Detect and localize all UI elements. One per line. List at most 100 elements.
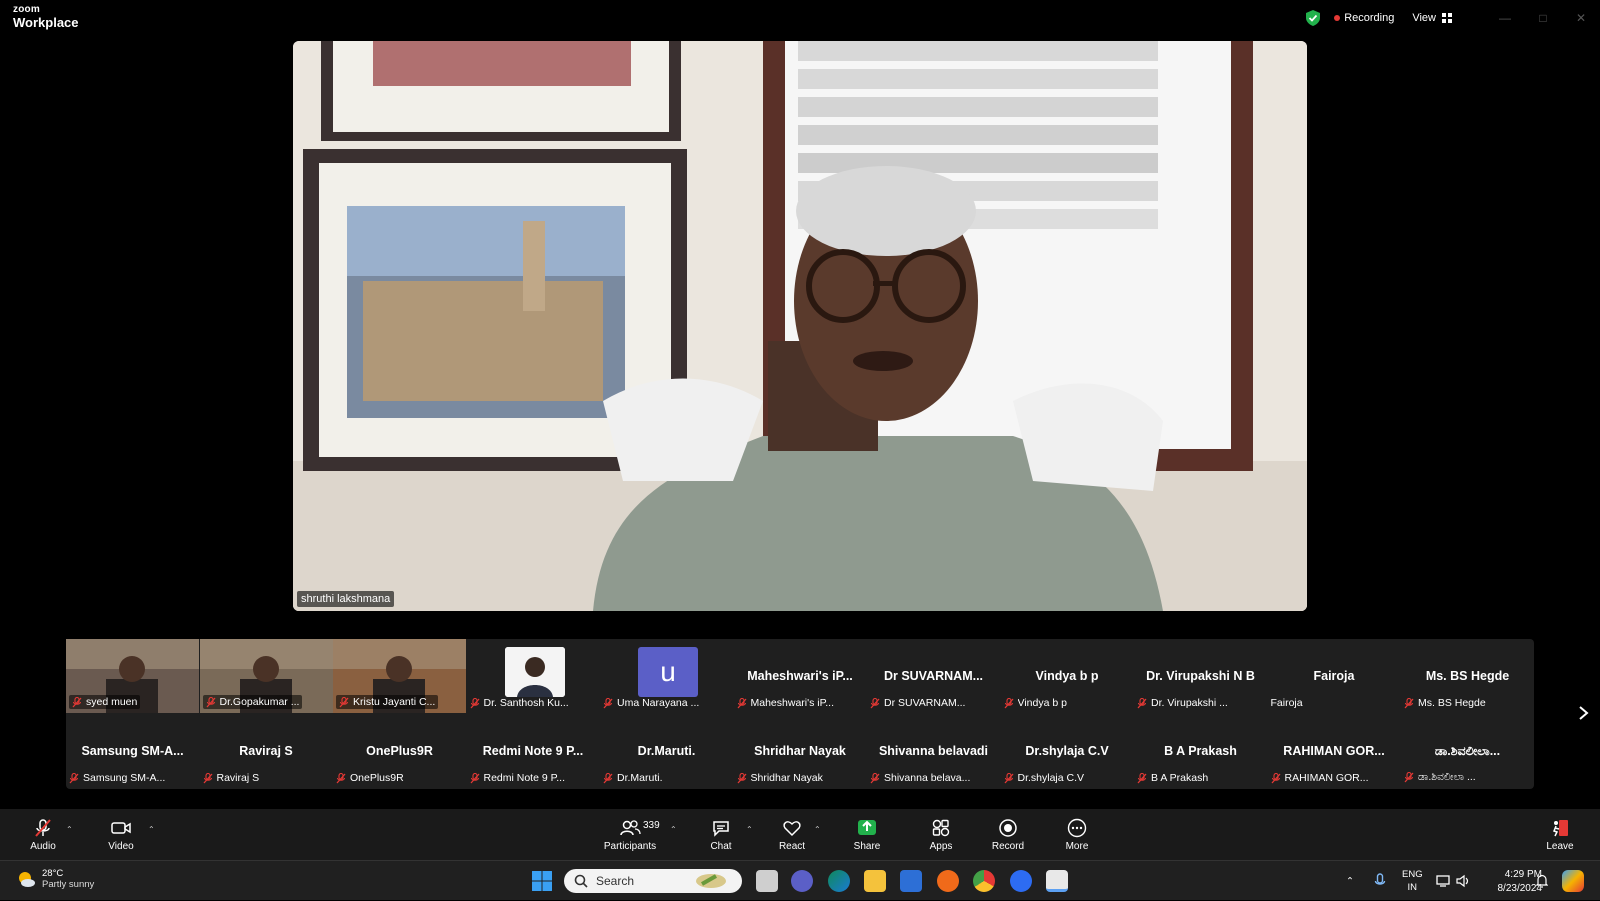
more-button[interactable]: More bbox=[1062, 809, 1092, 860]
chat-options-caret-icon[interactable]: ⌃ bbox=[746, 825, 753, 834]
teams-chat-icon[interactable] bbox=[791, 870, 813, 892]
audio-button[interactable]: Audio bbox=[26, 809, 60, 860]
participant-name-display: ಡಾ.ಶಿವಲೀಲಾ... bbox=[1434, 744, 1501, 758]
volume-icon[interactable] bbox=[1456, 874, 1470, 888]
participant-tile[interactable]: Maheshwari's iP... Maheshwari's iP... bbox=[734, 639, 867, 713]
chat-button[interactable]: Chat bbox=[706, 809, 736, 860]
participant-tile[interactable]: Shivanna belavadi Shivanna belava... bbox=[867, 714, 1000, 788]
participant-tile[interactable]: u Uma Narayana ... bbox=[600, 639, 733, 713]
brand-bottom: Workplace bbox=[13, 15, 79, 30]
participant-label: Dr.Gopakumar ... bbox=[202, 695, 303, 709]
participant-tile[interactable]: Fairoja Fairoja bbox=[1268, 639, 1401, 713]
apps-label: Apps bbox=[929, 840, 953, 852]
participant-label: Dr.Maruti. bbox=[603, 772, 663, 784]
network-icon[interactable] bbox=[1436, 874, 1450, 888]
notification-bell-icon[interactable] bbox=[1536, 874, 1548, 888]
participant-tile[interactable]: Kristu Jayanti C... bbox=[333, 639, 466, 713]
mic-muted-icon bbox=[1004, 697, 1013, 708]
participants-button[interactable]: Participants bbox=[602, 809, 658, 860]
more-label: More bbox=[1065, 840, 1089, 852]
tray-mic-icon[interactable] bbox=[1374, 873, 1386, 889]
mic-muted-icon bbox=[1271, 772, 1280, 783]
windows-taskbar: 28°C Partly sunny Search ⌃ ENG IN 4:29 P… bbox=[0, 860, 1600, 900]
tray-chevron-up-icon[interactable]: ⌃ bbox=[1346, 861, 1354, 901]
video-button[interactable]: Video bbox=[104, 809, 138, 860]
participant-label: Samsung SM-A... bbox=[69, 772, 165, 784]
participant-tile[interactable]: Dr.Gopakumar ... bbox=[199, 639, 333, 713]
react-options-caret-icon[interactable]: ⌃ bbox=[814, 825, 821, 834]
main-video[interactable]: shruthi lakshmana bbox=[293, 41, 1307, 611]
participant-label: Shridhar Nayak bbox=[737, 772, 823, 784]
participant-tile[interactable]: Samsung SM-A... Samsung SM-A... bbox=[66, 714, 199, 788]
brand-top: zoom bbox=[13, 4, 40, 15]
audio-options-caret-icon[interactable]: ⌃ bbox=[66, 825, 73, 834]
participant-tile[interactable]: B A Prakash B A Prakash bbox=[1134, 714, 1267, 788]
share-button[interactable]: Share bbox=[852, 809, 882, 860]
apps-button[interactable]: Apps bbox=[926, 809, 956, 860]
mic-muted-icon bbox=[470, 697, 479, 708]
participant-tile[interactable]: Dr.shylaja C.V Dr.shylaja C.V bbox=[1001, 714, 1134, 788]
participant-tile[interactable]: Ms. BS Hegde Ms. BS Hegde bbox=[1401, 639, 1534, 713]
record-label: Record bbox=[991, 840, 1025, 852]
task-view-icon[interactable] bbox=[756, 870, 778, 892]
participant-tile[interactable]: OnePlus9R OnePlus9R bbox=[333, 714, 466, 788]
audio-label: Audio bbox=[30, 840, 56, 852]
participant-tile[interactable]: Dr.Maruti. Dr.Maruti. bbox=[600, 714, 733, 788]
windows-start-icon[interactable] bbox=[531, 870, 553, 892]
microsoft-store-icon[interactable] bbox=[900, 870, 922, 892]
copilot-icon[interactable] bbox=[1562, 870, 1584, 892]
close-icon[interactable]: ✕ bbox=[1562, 0, 1600, 36]
participant-label: RAHIMAN GOR... bbox=[1271, 772, 1369, 784]
participant-photo bbox=[504, 647, 565, 697]
minimize-icon[interactable]: — bbox=[1486, 0, 1524, 36]
participant-label-text: OnePlus9R bbox=[350, 772, 404, 784]
snipping-tool-icon[interactable] bbox=[1046, 870, 1068, 892]
maximize-icon[interactable]: □ bbox=[1524, 0, 1562, 36]
mic-muted-icon bbox=[737, 772, 746, 783]
file-explorer-icon[interactable] bbox=[864, 870, 886, 892]
apps-icon bbox=[932, 819, 950, 836]
participant-tile[interactable]: Dr. Virupakshi N B Dr. Virupakshi ... bbox=[1134, 639, 1267, 713]
record-button[interactable]: Record bbox=[991, 809, 1025, 860]
participant-tile[interactable]: RAHIMAN GOR... RAHIMAN GOR... bbox=[1268, 714, 1401, 788]
language-indicator[interactable]: ENG IN bbox=[1402, 868, 1423, 894]
edge-browser-icon[interactable] bbox=[828, 870, 850, 892]
chrome-icon[interactable] bbox=[973, 870, 995, 892]
zoom-app-icon[interactable] bbox=[1010, 870, 1032, 892]
participant-name-display: Shivanna belavadi bbox=[878, 744, 989, 758]
participant-tile[interactable]: Dr SUVARNAM... Dr SUVARNAM... bbox=[867, 639, 1000, 713]
security-shield-icon[interactable] bbox=[1306, 10, 1321, 26]
participant-label-text: Maheshwari's iP... bbox=[750, 697, 835, 709]
taskbar-search[interactable]: Search bbox=[564, 869, 742, 893]
video-options-caret-icon[interactable]: ⌃ bbox=[148, 825, 155, 834]
search-highlight-icon bbox=[696, 874, 726, 888]
react-button[interactable]: React bbox=[776, 809, 808, 860]
participant-tile[interactable]: ಡಾ.ಶಿವಲೀಲಾ... ಡಾ.ಶಿವಲೀಲಾ ... bbox=[1401, 714, 1534, 788]
speaker-name-tag: shruthi lakshmana bbox=[297, 591, 395, 607]
firefox-icon[interactable] bbox=[937, 870, 959, 892]
participant-avatar: u bbox=[638, 647, 698, 697]
participant-label: Dr.shylaja C.V bbox=[1004, 772, 1084, 784]
chevron-right-icon[interactable] bbox=[1574, 704, 1592, 722]
leave-door-icon bbox=[1553, 819, 1568, 836]
participant-tile[interactable]: syed muen bbox=[66, 639, 199, 713]
participant-tile[interactable]: Vindya b p Vindya b p bbox=[1001, 639, 1134, 713]
mic-muted-icon bbox=[339, 696, 349, 707]
view-button[interactable]: View bbox=[1412, 12, 1452, 24]
share-label: Share bbox=[853, 840, 881, 852]
participant-name-display: Ms. BS Hegde bbox=[1425, 669, 1510, 683]
participant-tile[interactable]: Redmi Note 9 P... Redmi Note 9 P... bbox=[467, 714, 600, 788]
participant-tile[interactable]: Dr. Santhosh Ku... bbox=[467, 639, 600, 713]
participant-tile[interactable]: Shridhar Nayak Shridhar Nayak bbox=[734, 714, 867, 788]
participant-label-text: Uma Narayana ... bbox=[617, 697, 700, 709]
weather-widget[interactable]: 28°C Partly sunny bbox=[16, 868, 94, 890]
participant-tile[interactable]: Raviraj S Raviraj S bbox=[200, 714, 333, 788]
leave-button[interactable]: Leave bbox=[1544, 809, 1576, 860]
video-label: Video bbox=[108, 840, 134, 852]
chat-label: Chat bbox=[710, 840, 732, 852]
participants-options-caret-icon[interactable]: ⌃ bbox=[670, 825, 677, 834]
participant-label: syed muen bbox=[69, 695, 141, 709]
participant-label-text: Redmi Note 9 P... bbox=[483, 772, 566, 784]
recording-indicator[interactable]: Recording bbox=[1334, 12, 1394, 24]
participant-label-text: Shivanna belava... bbox=[884, 772, 971, 784]
